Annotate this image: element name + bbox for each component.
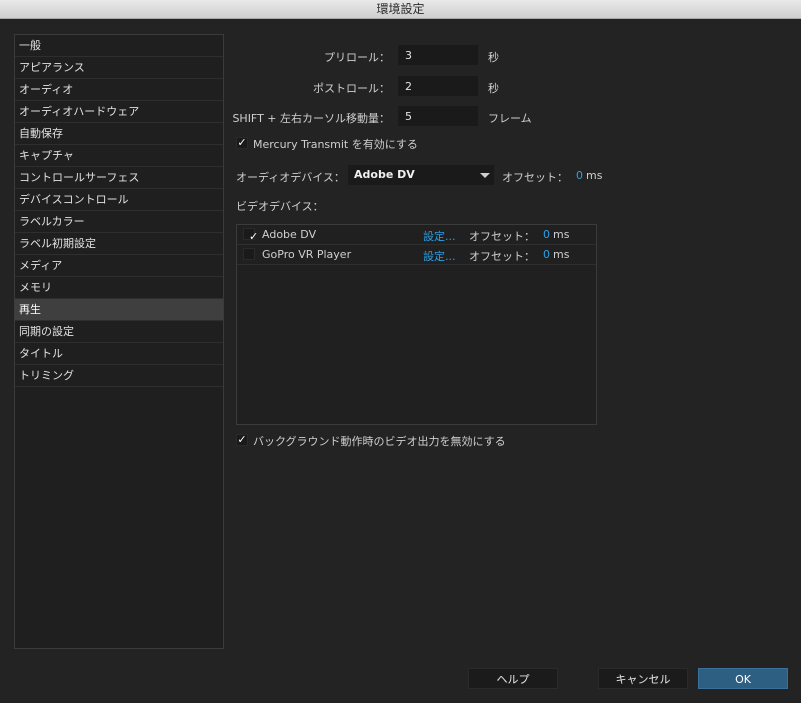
audio-offset-label: オフセット： <box>502 171 568 184</box>
video-device-settings-link[interactable]: 設定... <box>423 248 456 264</box>
video-device-offset-unit: ms <box>553 228 570 241</box>
video-device-name: Adobe DV <box>262 228 317 241</box>
list-item: ✓ Adobe DV 設定... オフセット： 0 ms <box>237 225 596 245</box>
postroll-unit: 秒 <box>488 82 499 95</box>
video-device-offset-value[interactable]: 0 <box>543 248 550 261</box>
preroll-label: プリロール： <box>324 51 390 64</box>
video-device-offset-label: オフセット： <box>469 230 535 243</box>
ok-button[interactable]: OK <box>698 668 788 689</box>
sidebar-item-capture[interactable]: キャプチャ <box>15 145 223 167</box>
sidebar-item-appearance[interactable]: アピアランス <box>15 57 223 79</box>
sidebar-item-control-surface[interactable]: コントロールサーフェス <box>15 167 223 189</box>
video-device-name: GoPro VR Player <box>262 248 352 261</box>
list-item: GoPro VR Player 設定... オフセット： 0 ms <box>237 245 596 265</box>
video-device-offset-unit: ms <box>553 248 570 261</box>
postroll-input[interactable]: 2 <box>398 76 478 96</box>
mercury-transmit-label: Mercury Transmit を有効にする <box>253 138 418 151</box>
chevron-down-icon <box>480 173 490 178</box>
audio-device-value: Adobe DV <box>354 168 415 181</box>
postroll-label: ポストロール： <box>313 82 390 95</box>
checkmark-icon: ✓ <box>249 230 259 243</box>
audio-device-select[interactable]: Adobe DV <box>348 165 494 185</box>
sidebar-item-label-colors[interactable]: ラベルカラー <box>15 211 223 233</box>
sidebar-item-memory[interactable]: メモリ <box>15 277 223 299</box>
sidebar-item-playback[interactable]: 再生 <box>15 299 223 321</box>
shift-step-label: SHIFT + 左右カーソル移動量： <box>232 112 390 125</box>
checkmark-icon: ✓ <box>237 136 247 149</box>
video-device-checkbox[interactable]: ✓ <box>243 228 259 243</box>
checkmark-icon: ✓ <box>237 433 247 446</box>
disable-background-output-label: バックグラウンド動作時のビデオ出力を無効にする <box>253 435 506 448</box>
disable-background-output-checkbox[interactable]: ✓ <box>236 434 248 446</box>
video-device-offset-label: オフセット： <box>469 250 535 263</box>
window-title: 環境設定 <box>0 0 801 19</box>
sidebar-item-label-defaults[interactable]: ラベル初期設定 <box>15 233 223 255</box>
sidebar-item-audio-hardware[interactable]: オーディオハードウェア <box>15 101 223 123</box>
sidebar-item-audio[interactable]: オーディオ <box>15 79 223 101</box>
sidebar-item-media[interactable]: メディア <box>15 255 223 277</box>
video-device-offset-value[interactable]: 0 <box>543 228 550 241</box>
audio-offset-value[interactable]: 0 <box>576 169 583 182</box>
shift-step-input[interactable]: 5 <box>398 106 478 126</box>
sidebar-item-trim[interactable]: トリミング <box>15 365 223 387</box>
audio-device-label: オーディオデバイス： <box>236 171 345 184</box>
sidebar-item-sync-settings[interactable]: 同期の設定 <box>15 321 223 343</box>
video-device-settings-link[interactable]: 設定... <box>423 228 456 244</box>
video-devices-list: ✓ Adobe DV 設定... オフセット： 0 ms GoPro VR Pl… <box>236 224 597 425</box>
preroll-input[interactable]: 3 <box>398 45 478 65</box>
audio-offset-unit: ms <box>586 169 603 182</box>
mercury-transmit-checkbox[interactable]: ✓ <box>236 137 248 149</box>
preferences-category-list: 一般 アピアランス オーディオ オーディオハードウェア 自動保存 キャプチャ コ… <box>14 34 224 649</box>
video-devices-label: ビデオデバイス： <box>236 200 324 213</box>
cancel-button[interactable]: キャンセル <box>598 668 688 689</box>
help-button[interactable]: ヘルプ <box>468 668 558 689</box>
preroll-unit: 秒 <box>488 51 499 64</box>
sidebar-item-titler[interactable]: タイトル <box>15 343 223 365</box>
sidebar-item-general[interactable]: 一般 <box>15 35 223 57</box>
video-device-checkbox[interactable] <box>243 248 255 260</box>
shift-step-unit: フレーム <box>488 112 532 125</box>
sidebar-item-auto-save[interactable]: 自動保存 <box>15 123 223 145</box>
sidebar-item-device-control[interactable]: デバイスコントロール <box>15 189 223 211</box>
